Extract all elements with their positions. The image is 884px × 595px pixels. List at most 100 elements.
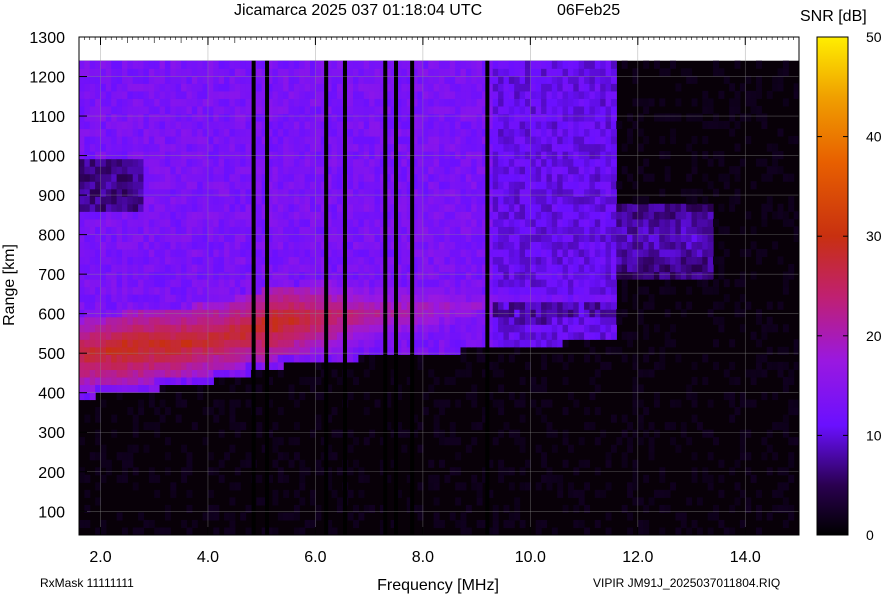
heatmap-cell <box>374 301 381 310</box>
heatmap-cell <box>707 120 714 130</box>
heatmap-cell <box>653 324 660 333</box>
heatmap-cell <box>116 105 123 115</box>
heatmap-cell <box>84 166 91 175</box>
heatmap-cell <box>304 301 311 310</box>
heatmap-cell <box>315 120 322 130</box>
heatmap-cell <box>616 263 623 273</box>
heatmap-cell <box>422 324 429 333</box>
heatmap-cell <box>164 504 171 514</box>
heatmap-cell <box>293 211 300 220</box>
heatmap-cell <box>331 166 338 175</box>
heatmap-cell <box>304 113 311 122</box>
heatmap-cell <box>84 339 91 348</box>
heatmap-cell <box>191 90 198 99</box>
heatmap-cell <box>202 346 209 355</box>
heatmap-cell <box>170 60 177 69</box>
heatmap-cell <box>627 241 634 250</box>
heatmap-cell <box>557 309 564 318</box>
heatmap-cell <box>132 226 139 235</box>
heatmap-cell <box>207 369 214 378</box>
heatmap-cell <box>224 98 231 107</box>
heatmap-cell <box>535 407 542 416</box>
heatmap-cell <box>439 286 445 295</box>
heatmap-cell <box>347 151 354 160</box>
heatmap-cell <box>191 256 198 265</box>
heatmap-cell <box>546 218 553 227</box>
heatmap-cell <box>627 512 634 521</box>
heatmap-cell <box>293 143 300 152</box>
heatmap-cell <box>686 271 693 280</box>
heatmap-cell <box>465 218 472 227</box>
heatmap-cell <box>648 248 655 258</box>
heatmap-cell <box>164 316 171 325</box>
heatmap-cell <box>433 188 440 197</box>
heatmap-cell <box>154 489 161 498</box>
heatmap-cell <box>498 339 505 348</box>
heatmap-cell <box>111 309 118 318</box>
heatmap-cell <box>79 519 85 529</box>
heatmap-cell <box>111 120 118 130</box>
heatmap-cell <box>643 474 650 483</box>
heatmap-cell <box>283 120 290 130</box>
heatmap-cell <box>557 181 564 190</box>
heatmap-cell <box>175 286 182 295</box>
heatmap-cell <box>578 309 585 318</box>
heatmap-cell <box>557 489 564 498</box>
heatmap-cell <box>288 301 295 310</box>
heatmap-cell <box>121 452 128 461</box>
heatmap-cell <box>503 467 510 476</box>
heatmap-cell <box>170 354 177 363</box>
heatmap-cell <box>637 143 644 152</box>
heatmap-cell <box>551 527 558 535</box>
heatmap-cell <box>197 361 204 370</box>
heatmap-cell <box>336 105 343 115</box>
heatmap-cell <box>696 218 703 227</box>
heatmap-cell <box>138 83 145 92</box>
heatmap-cell <box>304 256 311 265</box>
heatmap-cell <box>594 68 601 77</box>
heatmap-cell <box>358 279 365 288</box>
heatmap-cell <box>186 113 193 122</box>
heatmap-cell <box>224 203 231 212</box>
heatmap-cell <box>245 301 252 310</box>
heatmap-cell <box>315 90 322 99</box>
heatmap-cell <box>234 211 241 220</box>
heatmap-cell <box>132 354 139 363</box>
heatmap-cell <box>680 519 687 529</box>
heatmap-cell <box>584 120 591 130</box>
heatmap-cell <box>299 75 306 84</box>
heatmap-cell <box>277 286 284 295</box>
heatmap-cell <box>315 233 322 242</box>
heatmap-cell <box>659 361 666 370</box>
heatmap-cell <box>331 294 338 303</box>
heatmap-cell <box>498 324 505 333</box>
heatmap-cell <box>256 241 263 250</box>
heatmap-cell <box>299 218 306 227</box>
heatmap-cell <box>213 188 220 197</box>
heatmap-cell <box>336 331 343 340</box>
heatmap-cell <box>154 196 161 205</box>
heatmap-cell <box>353 241 359 250</box>
heatmap-cell <box>535 203 542 212</box>
heatmap-cell <box>132 444 139 453</box>
heatmap-cell <box>304 309 311 318</box>
heatmap-cell <box>664 256 671 265</box>
heatmap-cell <box>240 143 247 152</box>
heatmap-cell <box>288 158 295 167</box>
heatmap-cell <box>702 286 709 295</box>
heatmap-cell <box>578 166 585 175</box>
heatmap-cell <box>277 241 284 250</box>
heatmap-cell <box>610 309 617 318</box>
heatmap-cell <box>541 301 548 310</box>
heatmap-cell <box>224 181 231 190</box>
heatmap-cell <box>589 226 596 235</box>
heatmap-cell <box>181 354 188 363</box>
heatmap-cell <box>202 286 209 295</box>
heatmap-cell <box>315 422 322 431</box>
heatmap-cell <box>164 241 171 250</box>
heatmap-cell <box>492 233 499 242</box>
heatmap-cell <box>621 263 628 273</box>
heatmap-cell <box>127 361 134 370</box>
heatmap-cell <box>293 324 300 333</box>
heatmap-cell <box>363 203 370 212</box>
